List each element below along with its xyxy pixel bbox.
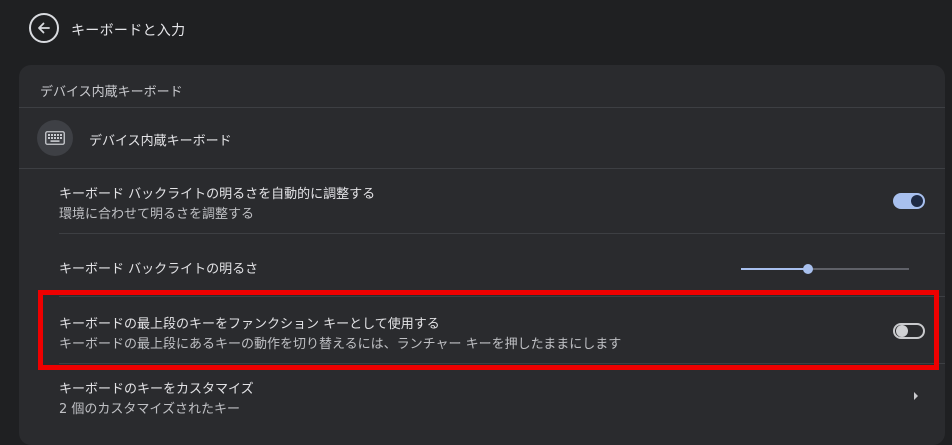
chevron-right-icon[interactable]: [910, 389, 922, 403]
divider: [19, 107, 945, 108]
keyboard-icon-button: [37, 120, 73, 156]
customize-keys-subtitle: 2 個のカスタマイズされたキー: [59, 402, 241, 417]
slider-track-filled: [741, 268, 808, 270]
slider-thumb[interactable]: [803, 264, 813, 274]
function-keys-toggle[interactable]: [893, 323, 925, 339]
function-keys-subtitle: キーボードの最上段にあるキーの動作を切り替えるには、ランチャー キーを押したまま…: [59, 337, 622, 352]
auto-backlight-title: キーボード バックライトの明るさを自動的に調整する: [59, 187, 376, 202]
auto-backlight-toggle[interactable]: [893, 193, 925, 209]
header: キーボードと入力: [0, 0, 952, 64]
page-title: キーボードと入力: [71, 23, 186, 39]
back-button[interactable]: [29, 13, 59, 43]
auto-backlight-subtitle: 環境に合わせて明るさを調整する: [59, 207, 255, 222]
keyboard-icon: [45, 131, 65, 145]
section-title: デバイス内蔵キーボード: [40, 85, 183, 100]
divider: [19, 168, 945, 169]
backlight-brightness-slider[interactable]: [740, 260, 910, 278]
toggle-knob: [896, 325, 908, 337]
function-keys-title: キーボードの最上段のキーをファンクション キーとして使用する: [59, 317, 440, 332]
arrow-left-icon: [38, 22, 50, 34]
divider: [59, 363, 945, 364]
divider: [59, 296, 945, 297]
slider-track-empty: [808, 268, 909, 270]
customize-keys-title[interactable]: キーボードのキーをカスタマイズ: [59, 378, 254, 397]
divider: [59, 233, 945, 234]
device-keyboard-label: デバイス内蔵キーボード: [89, 134, 232, 149]
backlight-brightness-title: キーボード バックライトの明るさ: [59, 262, 259, 277]
toggle-knob: [911, 195, 923, 207]
